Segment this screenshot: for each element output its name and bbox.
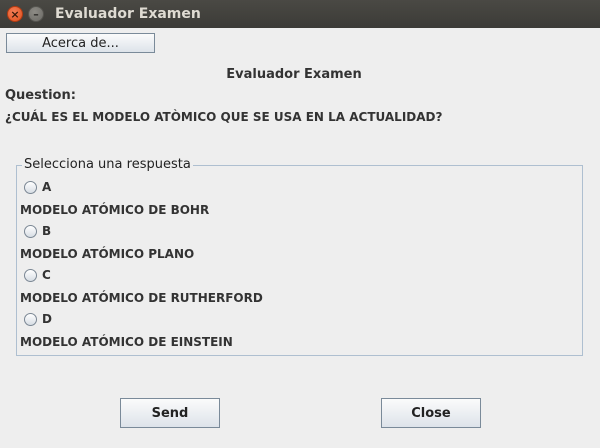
radio-icon[interactable] — [24, 224, 37, 238]
question-text: ¿CUÁL ES EL MODELO ATÒMICO QUE SE USA EN… — [5, 110, 443, 124]
question-label: Question: — [5, 88, 76, 103]
minimize-icon[interactable]: – — [28, 6, 44, 22]
option-d-text: MODELO ATÓMICO DE EINSTEIN — [20, 335, 233, 349]
option-a-text: MODELO ATÓMICO DE BOHR — [20, 203, 210, 217]
title-bar: × – Evaluador Examen — [0, 0, 600, 28]
close-button[interactable]: Close — [381, 398, 481, 428]
option-a-letter: A — [42, 180, 52, 194]
option-b-text: MODELO ATÓMICO PLANO — [20, 247, 195, 261]
option-c-text: MODELO ATÓMICO DE RUTHERFORD — [20, 291, 263, 305]
about-button[interactable]: Acerca de... — [6, 33, 155, 53]
send-button[interactable]: Send — [120, 398, 220, 428]
close-icon[interactable]: × — [7, 6, 23, 22]
radio-icon[interactable] — [24, 180, 37, 194]
option-c-radio[interactable]: C — [24, 268, 51, 282]
answer-group-title: Selecciona una respuesta — [22, 157, 193, 172]
app-heading: Evaluador Examen — [226, 67, 362, 82]
option-d-letter: D — [42, 312, 52, 326]
radio-icon[interactable] — [24, 312, 37, 326]
option-c-letter: C — [42, 268, 51, 282]
option-b-radio[interactable]: B — [24, 224, 51, 238]
option-d-radio[interactable]: D — [24, 312, 52, 326]
window-title: Evaluador Examen — [55, 6, 201, 22]
radio-icon[interactable] — [24, 268, 37, 282]
option-b-letter: B — [42, 224, 52, 238]
option-a-radio[interactable]: A — [24, 180, 51, 194]
